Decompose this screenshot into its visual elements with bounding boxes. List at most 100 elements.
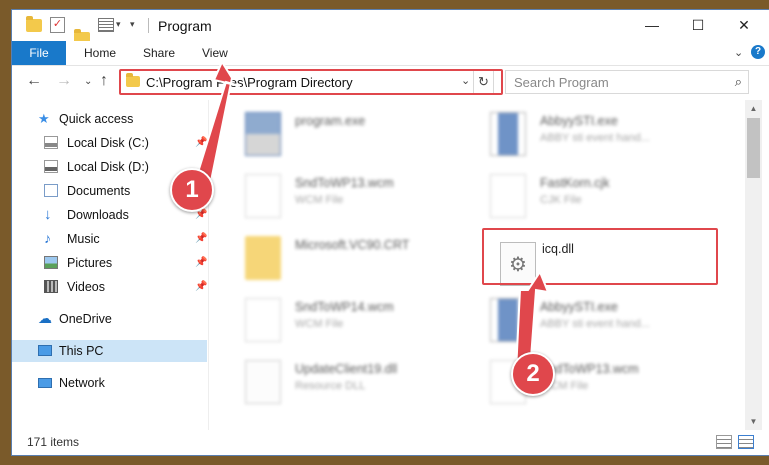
file-name: program.exe: [295, 114, 366, 128]
customize-toolbar-button[interactable]: ▾: [130, 19, 135, 35]
navigation-bar: ← → ⌄ ↑ C:\Program Files\Program Directo…: [12, 66, 769, 98]
file-name: FastKorn.cjk: [540, 176, 610, 190]
documents-icon: [44, 184, 58, 197]
dll-file-icon: [245, 360, 281, 404]
file-icon: [490, 174, 526, 218]
sidebar-item-music[interactable]: ♪ Music 📌: [12, 228, 207, 250]
tab-file[interactable]: File: [12, 41, 66, 65]
details-view-button[interactable]: [716, 435, 732, 449]
sidebar-item-label: This PC: [59, 344, 104, 358]
properties-quick-button[interactable]: ✓: [50, 17, 65, 33]
exe-file-icon: [245, 112, 281, 156]
file-icon: [245, 174, 281, 218]
cloud-icon: ☁: [38, 310, 52, 326]
exe-file-icon: [490, 112, 526, 156]
file-name: Microsoft.VC90.CRT: [295, 238, 410, 252]
chevron-down-icon[interactable]: ▾: [116, 19, 121, 35]
file-type: CJK File: [540, 194, 582, 206]
videos-icon: [44, 280, 58, 293]
ribbon: File Home Share View ⌄ ?: [12, 41, 769, 66]
window-title: Program: [158, 18, 212, 34]
file-type: ABBY sti event hand...: [540, 318, 650, 330]
help-icon[interactable]: ?: [751, 45, 765, 59]
title-bar: ✓ ▾ ▾ Program — ☐ ✕: [12, 10, 769, 45]
sidebar-item-label: OneDrive: [59, 312, 112, 326]
vertical-scrollbar[interactable]: ▲ ▼: [745, 100, 762, 430]
scroll-thumb[interactable]: [747, 118, 760, 178]
downloads-icon: ↓: [44, 206, 52, 223]
expand-ribbon-button[interactable]: ⌄: [734, 46, 743, 59]
view-quick-button[interactable]: [98, 18, 114, 34]
file-item[interactable]: AbbyySTI.exe ABBY sti event hand...: [490, 296, 720, 348]
sidebar-item-local-disk-c[interactable]: Local Disk (C:) 📌: [12, 132, 207, 154]
forward-button[interactable]: →: [56, 72, 72, 90]
sidebar-item-pictures[interactable]: Pictures 📌: [12, 252, 207, 274]
file-type: WCM File: [295, 318, 344, 330]
search-input[interactable]: Search Program ⌕: [505, 70, 749, 94]
explorer-window: ✓ ▾ ▾ Program — ☐ ✕ File Home Share View…: [12, 10, 769, 455]
pin-icon[interactable]: 📌: [195, 132, 207, 154]
folder-icon: [245, 236, 281, 280]
large-icons-view-button[interactable]: [738, 435, 754, 449]
music-icon: ♪: [44, 230, 51, 246]
drive-icon: [44, 136, 58, 149]
title-separator: [148, 18, 149, 33]
file-name: SndToWP14.wcm: [295, 300, 394, 314]
exe-file-icon: [490, 298, 526, 342]
file-type: WCM File: [295, 194, 344, 206]
file-item[interactable]: SndToWP14.wcm WCM File: [245, 296, 475, 348]
status-bar: 171 items: [12, 430, 769, 455]
folder-icon: [26, 16, 42, 32]
sidebar-item-label: Music: [67, 232, 100, 246]
navigation-pane: ★ Quick access Local Disk (C:) 📌 Local D…: [12, 100, 209, 430]
sidebar-item-label: Pictures: [67, 256, 113, 270]
file-item[interactable]: SndToWP13.wcm WCM File: [245, 172, 475, 224]
sidebar-item-network[interactable]: Network: [12, 372, 207, 394]
sidebar-item-label: Local Disk (D:): [67, 160, 149, 174]
pictures-icon: [44, 256, 58, 269]
file-item[interactable]: FastKorn.cjk CJK File: [490, 172, 720, 224]
sidebar-item-label: Local Disk (C:): [67, 136, 149, 150]
scroll-down-button[interactable]: ▼: [745, 413, 762, 430]
address-highlight-box: [119, 69, 503, 95]
pin-icon[interactable]: 📌: [195, 228, 207, 250]
up-button[interactable]: ↑: [100, 72, 108, 90]
sidebar-item-this-pc[interactable]: This PC: [12, 340, 207, 362]
file-item[interactable]: UpdateClient19.dll Resource DLL: [245, 358, 475, 410]
sidebar-item-label: Documents: [67, 184, 131, 198]
icq-dll-highlight-box: [482, 228, 718, 285]
callout-badge-1: 1: [170, 168, 214, 212]
sidebar-item-label: Videos: [67, 280, 105, 294]
close-button[interactable]: ✕: [721, 10, 767, 41]
file-type: Resource DLL: [295, 380, 366, 392]
check-icon: ✓: [50, 17, 65, 33]
sidebar-item-quick-access[interactable]: ★ Quick access: [12, 108, 207, 130]
file-name: UpdateClient19.dll: [295, 362, 398, 376]
tab-view[interactable]: View: [202, 41, 228, 65]
minimize-button[interactable]: —: [629, 10, 675, 41]
item-count: 171 items: [27, 435, 80, 449]
file-item[interactable]: Microsoft.VC90.CRT: [245, 234, 475, 286]
file-name: AbbyySTI.exe: [540, 300, 618, 314]
file-icon: [245, 298, 281, 342]
sidebar-item-label: Downloads: [67, 208, 129, 222]
tab-share[interactable]: Share: [143, 41, 175, 65]
sidebar-item-label: Quick access: [59, 112, 134, 126]
pin-icon[interactable]: 📌: [195, 276, 207, 298]
pin-icon[interactable]: 📌: [195, 252, 207, 274]
sidebar-item-videos[interactable]: Videos 📌: [12, 276, 207, 298]
network-icon: [38, 378, 52, 388]
callout-badge-2: 2: [511, 352, 555, 396]
drive-icon: [44, 160, 58, 173]
list-icon: [98, 18, 114, 32]
search-icon: ⌕: [734, 74, 742, 89]
sidebar-item-label: Network: [59, 376, 105, 390]
file-item[interactable]: AbbyySTI.exe ABBY sti event hand...: [490, 110, 720, 162]
tab-home[interactable]: Home: [84, 41, 116, 65]
recent-locations-button[interactable]: ⌄: [84, 76, 92, 87]
back-button[interactable]: ←: [26, 72, 42, 90]
scroll-up-button[interactable]: ▲: [745, 100, 762, 117]
sidebar-item-onedrive[interactable]: ☁ OneDrive: [12, 308, 207, 330]
file-item[interactable]: program.exe: [245, 110, 475, 162]
maximize-button[interactable]: ☐: [675, 10, 721, 41]
